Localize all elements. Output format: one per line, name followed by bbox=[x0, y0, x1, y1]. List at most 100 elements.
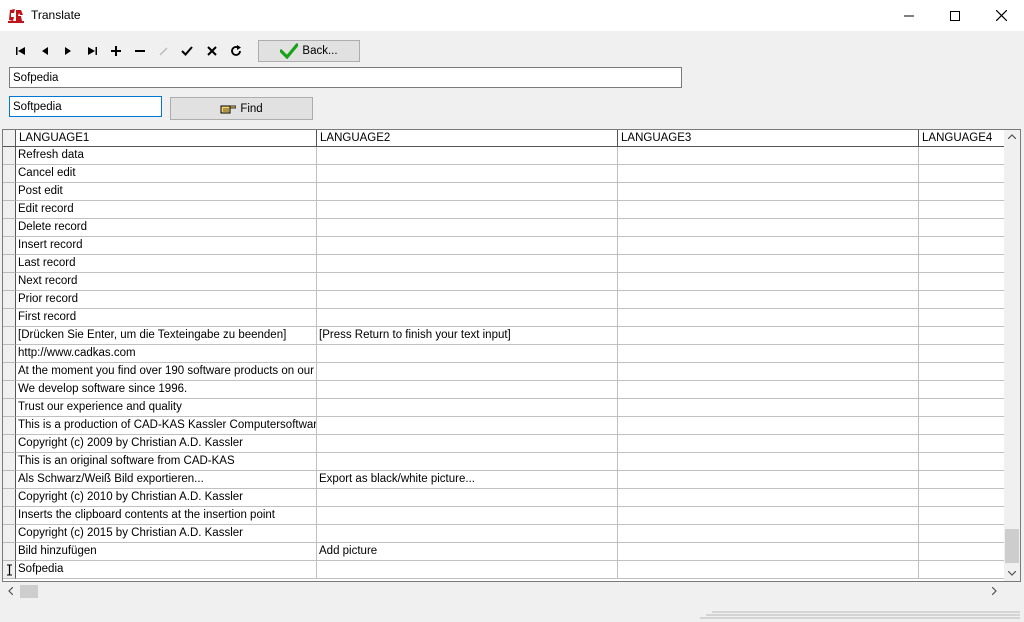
table-cell[interactable] bbox=[317, 345, 618, 363]
resize-grip[interactable] bbox=[700, 611, 1020, 619]
table-cell[interactable]: Refresh data bbox=[16, 147, 317, 165]
row-indicator[interactable] bbox=[3, 543, 16, 561]
table-cell[interactable] bbox=[618, 435, 919, 453]
table-cell[interactable] bbox=[919, 471, 1005, 489]
table-cell[interactable] bbox=[317, 309, 618, 327]
table-cell[interactable] bbox=[618, 219, 919, 237]
table-cell[interactable]: Post edit bbox=[16, 183, 317, 201]
table-cell[interactable] bbox=[919, 255, 1005, 273]
table-cell[interactable] bbox=[919, 381, 1005, 399]
vertical-scrollbar[interactable] bbox=[1004, 130, 1020, 581]
scroll-down-icon[interactable] bbox=[1008, 571, 1016, 576]
column-header-language1[interactable]: LANGUAGE1 bbox=[16, 130, 317, 147]
row-indicator[interactable] bbox=[3, 273, 16, 291]
table-cell[interactable] bbox=[919, 435, 1005, 453]
table-cell[interactable] bbox=[317, 453, 618, 471]
table-cell[interactable] bbox=[618, 183, 919, 201]
table-cell[interactable]: At the moment you find over 190 software… bbox=[16, 363, 317, 381]
table-cell[interactable]: Cancel edit bbox=[16, 165, 317, 183]
table-cell[interactable]: First record bbox=[16, 309, 317, 327]
table-cell[interactable] bbox=[919, 525, 1005, 543]
table-cell[interactable] bbox=[618, 345, 919, 363]
table-cell[interactable]: Als Schwarz/Weiß Bild exportieren... bbox=[16, 471, 317, 489]
table-row[interactable]: At the moment you find over 190 software… bbox=[3, 363, 1005, 381]
table-row[interactable]: [Drücken Sie Enter, um die Texteingabe z… bbox=[3, 327, 1005, 345]
row-indicator[interactable] bbox=[3, 147, 16, 165]
table-cell[interactable] bbox=[317, 381, 618, 399]
table-cell[interactable] bbox=[618, 471, 919, 489]
table-cell[interactable] bbox=[919, 165, 1005, 183]
table-row[interactable]: Trust our experience and quality bbox=[3, 399, 1005, 417]
table-cell[interactable] bbox=[317, 291, 618, 309]
table-cell[interactable] bbox=[919, 291, 1005, 309]
prior-record-button[interactable] bbox=[34, 40, 56, 62]
table-row[interactable]: Next record bbox=[3, 273, 1005, 291]
table-cell[interactable] bbox=[919, 147, 1005, 165]
table-cell[interactable]: Prior record bbox=[16, 291, 317, 309]
row-indicator[interactable] bbox=[3, 237, 16, 255]
row-indicator[interactable] bbox=[3, 165, 16, 183]
table-row[interactable]: Sofpedia bbox=[3, 561, 1005, 579]
table-cell[interactable] bbox=[618, 453, 919, 471]
table-cell[interactable] bbox=[618, 165, 919, 183]
table-row[interactable]: Inserts the clipboard contents at the in… bbox=[3, 507, 1005, 525]
table-cell[interactable]: [Drücken Sie Enter, um die Texteingabe z… bbox=[16, 327, 317, 345]
scroll-left-icon[interactable] bbox=[8, 587, 13, 595]
minimize-button[interactable] bbox=[886, 0, 932, 31]
table-cell[interactable] bbox=[317, 219, 618, 237]
table-row[interactable]: Cancel edit bbox=[3, 165, 1005, 183]
row-indicator[interactable] bbox=[3, 525, 16, 543]
table-row[interactable]: Edit record bbox=[3, 201, 1005, 219]
table-cell[interactable] bbox=[919, 201, 1005, 219]
delete-record-button[interactable] bbox=[129, 40, 151, 62]
table-row[interactable]: Refresh data bbox=[3, 147, 1005, 165]
table-row[interactable]: Copyright (c) 2015 by Christian A.D. Kas… bbox=[3, 525, 1005, 543]
table-cell[interactable] bbox=[618, 399, 919, 417]
table-cell[interactable] bbox=[317, 363, 618, 381]
table-cell[interactable]: Edit record bbox=[16, 201, 317, 219]
row-indicator[interactable] bbox=[3, 381, 16, 399]
vertical-scroll-thumb[interactable] bbox=[1005, 529, 1019, 563]
table-cell[interactable]: We develop software since 1996. bbox=[16, 381, 317, 399]
back-button[interactable]: Back... bbox=[258, 40, 360, 62]
table-cell[interactable]: Last record bbox=[16, 255, 317, 273]
table-cell[interactable]: Insert record bbox=[16, 237, 317, 255]
table-row[interactable]: Copyright (c) 2009 by Christian A.D. Kas… bbox=[3, 435, 1005, 453]
table-cell[interactable] bbox=[618, 309, 919, 327]
table-cell[interactable] bbox=[919, 273, 1005, 291]
row-indicator[interactable] bbox=[3, 507, 16, 525]
table-cell[interactable] bbox=[919, 417, 1005, 435]
find-input[interactable] bbox=[9, 96, 162, 117]
table-cell[interactable] bbox=[618, 561, 919, 579]
table-cell[interactable]: Bild hinzufügen bbox=[16, 543, 317, 561]
table-cell[interactable] bbox=[618, 201, 919, 219]
table-cell[interactable]: Sofpedia bbox=[16, 561, 317, 579]
table-cell[interactable] bbox=[919, 363, 1005, 381]
column-header-language4[interactable]: LANGUAGE4 bbox=[919, 130, 1005, 147]
table-cell[interactable]: Export as black/white picture... bbox=[317, 471, 618, 489]
table-cell[interactable] bbox=[919, 453, 1005, 471]
table-cell[interactable] bbox=[919, 399, 1005, 417]
edit-record-button[interactable] bbox=[152, 40, 174, 62]
find-button[interactable]: Find bbox=[170, 97, 313, 120]
table-cell[interactable] bbox=[919, 219, 1005, 237]
table-cell[interactable] bbox=[317, 561, 618, 579]
row-indicator[interactable] bbox=[3, 219, 16, 237]
row-indicator[interactable] bbox=[3, 453, 16, 471]
row-indicator[interactable] bbox=[3, 489, 16, 507]
table-cell[interactable] bbox=[618, 363, 919, 381]
table-cell[interactable] bbox=[317, 165, 618, 183]
table-row[interactable]: This is a production of CAD-KAS Kassler … bbox=[3, 417, 1005, 435]
table-cell[interactable]: Copyright (c) 2009 by Christian A.D. Kas… bbox=[16, 435, 317, 453]
table-cell[interactable]: Next record bbox=[16, 273, 317, 291]
table-cell[interactable] bbox=[618, 381, 919, 399]
table-row[interactable]: Copyright (c) 2010 by Christian A.D. Kas… bbox=[3, 489, 1005, 507]
table-cell[interactable] bbox=[919, 309, 1005, 327]
table-cell[interactable] bbox=[919, 183, 1005, 201]
table-cell[interactable] bbox=[919, 345, 1005, 363]
table-cell[interactable] bbox=[618, 147, 919, 165]
last-record-button[interactable] bbox=[81, 40, 103, 62]
horizontal-scrollbar[interactable] bbox=[3, 583, 1003, 600]
table-cell[interactable] bbox=[618, 273, 919, 291]
row-indicator[interactable] bbox=[3, 399, 16, 417]
